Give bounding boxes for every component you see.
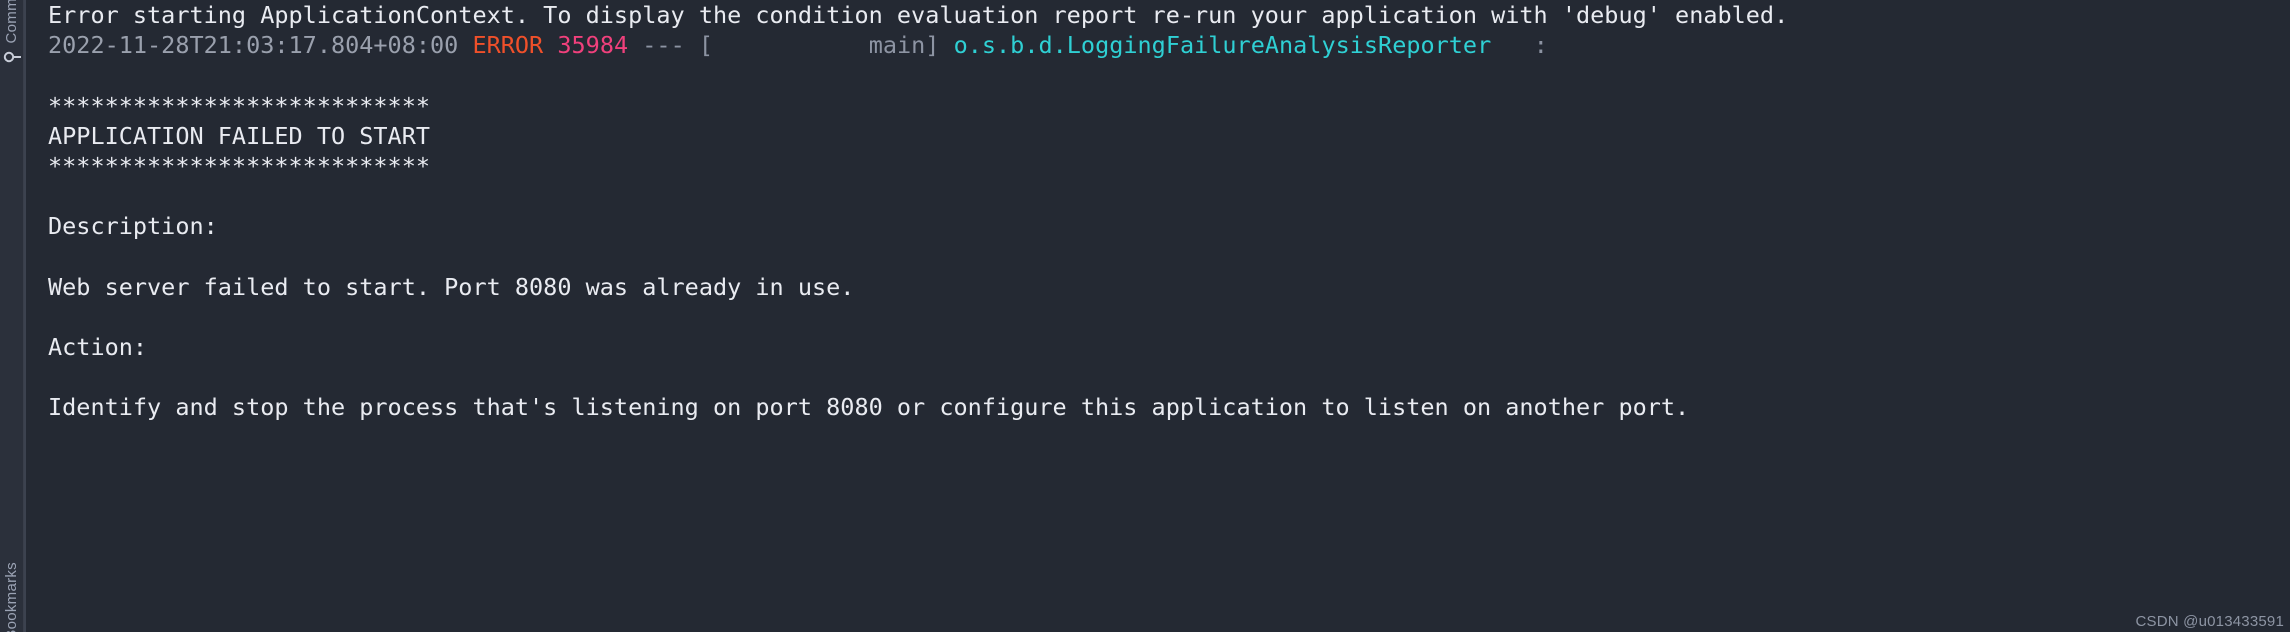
console-description-text: Web server failed to start. Port 8080 wa… <box>48 272 855 301</box>
console-blank-line-5 <box>48 362 2290 392</box>
log-message-colon: : <box>1533 31 1548 60</box>
console-text-area: Error starting ApplicationContext. To di… <box>48 0 2290 423</box>
log-level: ERROR <box>472 31 544 60</box>
log-separator: --- <box>642 31 685 60</box>
sidebar-item-commit-label: Commit <box>3 0 20 44</box>
log-logger-name: o.s.b.d.LoggingFailureAnalysisReporter <box>953 31 1492 60</box>
console-blank-line-2 <box>48 181 2290 211</box>
ide-run-console-window: Commit Bookmarks Error starting Applicat… <box>0 0 2290 632</box>
console-blank-line-1 <box>48 60 2290 90</box>
csdn-watermark: CSDN @u013433591 <box>2135 613 2284 630</box>
console-blank-line-3 <box>48 242 2290 272</box>
console-blank-line-4 <box>48 302 2290 332</box>
log-thread-pad <box>713 31 869 59</box>
git-commit-icon <box>2 47 22 67</box>
log-space-5 <box>939 31 953 59</box>
log-pid: 35984 <box>557 31 629 60</box>
log-space-6 <box>1491 31 1533 59</box>
console-banner-title: APPLICATION FAILED TO START <box>48 121 431 150</box>
log-thread-open-bracket: [ <box>698 31 714 60</box>
console-action-text: Identify and stop the process that's lis… <box>48 393 1690 422</box>
console-banner-bottom: *************************** <box>48 151 431 180</box>
log-space-2 <box>543 31 557 59</box>
console-line-header: Error starting ApplicationContext. To di… <box>48 1 1789 29</box>
log-thread: main <box>868 31 926 60</box>
sidebar-item-commit[interactable]: Commit <box>0 0 23 67</box>
tool-window-sidebar: Commit Bookmarks <box>0 0 24 632</box>
console-output-panel[interactable]: Error starting ApplicationContext. To di… <box>24 0 2290 632</box>
console-line-log-entry: 2022-11-28T21:03:17.804+08:00 ERROR 3598… <box>48 30 2290 60</box>
console-gutter <box>24 0 26 632</box>
log-thread-close-bracket: ] <box>925 31 940 60</box>
log-space-3 <box>628 31 642 59</box>
log-space-1 <box>458 31 472 59</box>
sidebar-item-bookmarks[interactable]: Bookmarks <box>0 562 23 632</box>
log-space-4 <box>685 31 699 59</box>
log-timestamp: 2022-11-28T21:03:17.804+08:00 <box>48 31 459 60</box>
sidebar-item-bookmarks-label: Bookmarks <box>3 562 20 632</box>
console-description-label: Description: <box>48 212 218 241</box>
console-banner-top: *************************** <box>48 91 431 120</box>
console-action-label: Action: <box>48 333 148 362</box>
